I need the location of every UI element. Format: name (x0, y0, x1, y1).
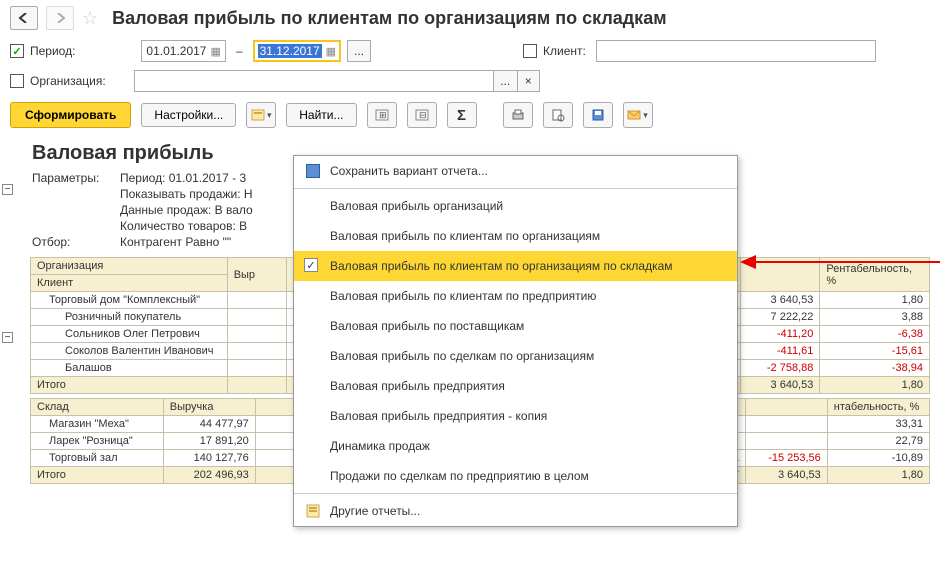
dd-save-variant[interactable]: Сохранить вариант отчета... (294, 156, 737, 186)
dd-other-reports[interactable]: Другие отчеты... (294, 496, 737, 526)
dd-variant-item[interactable]: Продажи по сделкам по предприятию в цело… (294, 461, 737, 491)
date-to-input[interactable]: 31.12.2017 ▦ (253, 40, 341, 62)
variants-dropdown-button[interactable] (246, 102, 276, 128)
table-row: Ларек "Розница" (31, 433, 164, 450)
page-title: Валовая прибыль по клиентам по организац… (112, 8, 666, 29)
table-row: Торговый дом "Комплексный" (31, 292, 228, 309)
dd-variant-item[interactable]: Валовая прибыль по клиентам по предприят… (294, 281, 737, 311)
table-row: Сольников Олег Петрович (31, 326, 228, 343)
table-row: Балашов (31, 360, 228, 377)
table-row: Торговый зал (31, 450, 164, 467)
org-input[interactable] (134, 70, 494, 92)
dd-variant-item[interactable]: Динамика продаж (294, 431, 737, 461)
dd-variant-item[interactable]: Валовая прибыль по клиентам по организац… (294, 221, 737, 251)
client-label: Клиент: (543, 44, 586, 58)
table-row: Магазин "Меха" (31, 416, 164, 433)
org-label: Организация: (30, 74, 106, 88)
table-row: Розничный покупатель (31, 309, 228, 326)
tree-collapse-icon[interactable]: − (2, 332, 13, 343)
callout-arrow (740, 255, 940, 269)
col-client: Клиент (31, 275, 228, 292)
total-label: Итого (31, 377, 228, 394)
calendar-icon[interactable]: ▦ (326, 45, 336, 58)
save-button[interactable] (583, 102, 613, 128)
col-rev: Выр (227, 258, 286, 292)
forward-button[interactable] (46, 6, 74, 30)
table-row: Соколов Валентин Иванович (31, 343, 228, 360)
check-icon (304, 258, 318, 272)
generate-button[interactable]: Сформировать (10, 102, 131, 128)
dd-variant-item[interactable]: Валовая прибыль предприятия (294, 371, 737, 401)
dd-variant-item[interactable]: Валовая прибыль организаций (294, 191, 737, 221)
report-variants-dropdown: Сохранить вариант отчета... Валовая приб… (293, 155, 738, 527)
report-icon (306, 504, 320, 518)
period-checkbox[interactable] (10, 44, 24, 58)
filter-label: Отбор: (32, 235, 112, 249)
col-revenue: Выручка (163, 399, 255, 416)
save-icon (306, 164, 320, 178)
col-rent2: нтабельность, % (827, 399, 929, 416)
settings-button[interactable]: Настройки... (141, 103, 236, 127)
period-picker-button[interactable]: ... (347, 40, 371, 62)
svg-text:⊟: ⊟ (419, 110, 427, 120)
org-clear-button[interactable]: × (518, 70, 540, 92)
dd-variant-item[interactable]: Валовая прибыль по клиентам по организац… (294, 251, 737, 281)
find-button[interactable]: Найти... (286, 103, 356, 127)
dd-variant-item[interactable]: Валовая прибыль предприятия - копия (294, 401, 737, 431)
col-org: Организация (31, 258, 228, 275)
calendar-icon[interactable]: ▦ (210, 45, 220, 58)
params-label: Параметры: (32, 171, 112, 185)
back-button[interactable] (10, 6, 38, 30)
favorite-star-icon[interactable]: ☆ (82, 8, 98, 29)
client-checkbox[interactable] (523, 44, 537, 58)
preview-button[interactable] (543, 102, 573, 128)
sum-button[interactable]: Σ (447, 102, 477, 128)
date-from-input[interactable]: 01.01.2017 ▦ (141, 40, 225, 62)
org-checkbox[interactable] (10, 74, 24, 88)
expand-icon[interactable]: ⊞ (367, 102, 397, 128)
collapse-icon[interactable]: ⊟ (407, 102, 437, 128)
print-button[interactable] (503, 102, 533, 128)
dd-variant-item[interactable]: Валовая прибыль по поставщикам (294, 311, 737, 341)
period-label: Период: (30, 44, 75, 58)
tree-collapse-icon[interactable]: − (2, 184, 13, 195)
client-input[interactable] (596, 40, 876, 62)
svg-text:⊞: ⊞ (379, 110, 387, 120)
col-sklad: Склад (31, 399, 164, 416)
dd-variant-item[interactable]: Валовая прибыль по сделкам по организаци… (294, 341, 737, 371)
org-picker-button[interactable]: ... (494, 70, 518, 92)
email-button[interactable] (623, 102, 653, 128)
